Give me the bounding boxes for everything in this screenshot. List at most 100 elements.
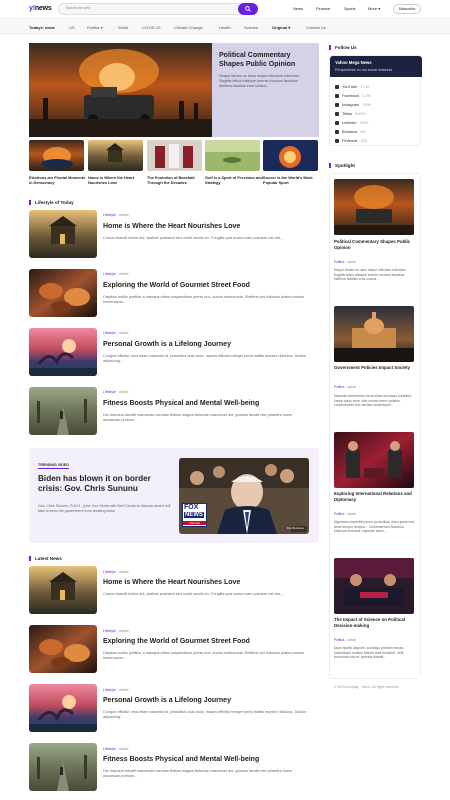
thumb-image[interactable] [205, 140, 260, 171]
article-category[interactable]: Lifestyle [103, 629, 116, 633]
cat-original[interactable]: Original ▾ [272, 25, 290, 30]
spotlight-category[interactable]: Politics [334, 512, 344, 516]
article-author[interactable]: admin [119, 747, 129, 751]
article-author[interactable]: admin [119, 272, 129, 276]
search-button[interactable] [238, 3, 258, 15]
trending-title[interactable]: Biden has blown it on border crisis: Gov… [38, 474, 173, 494]
social-youtube[interactable]: YouTube 1.1M [335, 84, 369, 89]
article-meta: Lifestyle · admin [103, 390, 129, 394]
article-category[interactable]: Lifestyle [103, 570, 116, 574]
nav-sports[interactable]: Sports [344, 6, 356, 11]
social-instagram[interactable]: Instagram 780K [335, 102, 371, 107]
article-image[interactable] [29, 387, 97, 435]
article-author[interactable]: admin [119, 331, 129, 335]
cat-science[interactable]: Science [244, 25, 258, 30]
article-image[interactable] [29, 210, 97, 258]
cat-us[interactable]: US [69, 25, 75, 30]
thumb-image[interactable] [263, 140, 318, 171]
thumb-caption[interactable]: Home is Where the Heart Nourishes Love [88, 175, 146, 185]
spotlight-category[interactable]: Politics [334, 260, 344, 264]
thumb-caption[interactable]: Golf is a Sport of Precision and Strateg… [205, 175, 263, 185]
article-title[interactable]: Fitness Boosts Physical and Mental Well-… [103, 400, 259, 407]
article-title[interactable]: Fitness Boosts Physical and Mental Well-… [103, 756, 259, 763]
nav-finance[interactable]: Finance [316, 6, 330, 11]
hero-article[interactable]: Political Commentary Shapes Public Opini… [29, 43, 319, 137]
trending-video-card[interactable]: TRENDING VIDEO Biden has blown it on bor… [29, 448, 319, 543]
hero-excerpt: Neque fames ac risus neque interdum inte… [219, 74, 301, 88]
article-category[interactable]: Lifestyle [103, 331, 116, 335]
article-image[interactable] [29, 269, 97, 317]
article-image[interactable] [29, 684, 97, 732]
article-title[interactable]: Home is Where the Heart Nourishes Love [103, 223, 240, 230]
thumb-image[interactable] [29, 140, 84, 171]
search-input[interactable]: Search the web [66, 6, 90, 10]
article-category[interactable]: Lifestyle [103, 213, 116, 217]
spotlight-category[interactable]: Politics [334, 385, 344, 389]
article-excerpt: Congue efficitur urna etiam nascetur id,… [103, 354, 307, 364]
article-title[interactable]: Personal Growth is a Lifelong Journey [103, 697, 231, 704]
subscribe-button[interactable]: Subscribe [393, 4, 421, 14]
article-author[interactable]: admin [119, 570, 129, 574]
spotlight-title[interactable]: Exploring International Relations and Di… [334, 491, 416, 503]
article-image[interactable] [29, 625, 97, 673]
article-image[interactable] [29, 743, 97, 791]
article-author[interactable]: admin [119, 629, 129, 633]
spotlight-image[interactable] [334, 558, 414, 614]
spotlight-title[interactable]: Government Policies Impact Society [334, 365, 416, 371]
cat-climate[interactable]: Climate Change [174, 25, 203, 30]
article-title[interactable]: Exploring the World of Gourmet Street Fo… [103, 638, 250, 645]
spotlight-author[interactable]: admin [347, 260, 356, 264]
article-author[interactable]: admin [119, 390, 129, 394]
article-category[interactable]: Lifestyle [103, 390, 116, 394]
article-category[interactable]: Lifestyle [103, 747, 116, 751]
spotlight-image[interactable] [334, 432, 414, 488]
hero-image[interactable] [29, 43, 212, 137]
article-title[interactable]: Personal Growth is a Lifelong Journey [103, 341, 231, 348]
article-title[interactable]: Exploring the World of Gourmet Street Fo… [103, 282, 250, 289]
search-bar[interactable]: Search the web [58, 3, 258, 15]
spotlight-author[interactable]: admin [347, 638, 356, 642]
trending-label: TRENDING VIDEO [38, 463, 69, 469]
thumb-image[interactable] [147, 140, 202, 171]
nav-news[interactable]: News [293, 6, 303, 11]
article-author[interactable]: admin [119, 213, 129, 217]
thumb-image[interactable] [88, 140, 143, 171]
social-linkedin[interactable]: Linkedin 150K [335, 120, 369, 125]
nav-more[interactable]: More ▾ [368, 6, 380, 11]
social-tiktok[interactable]: Tiktok 800K+ [335, 111, 367, 116]
spotlight-category[interactable]: Politics [334, 638, 344, 642]
top-bar: y!news Search the web News Finance Sport… [0, 0, 450, 19]
hero-title[interactable]: Political Commentary Shapes Public Opini… [219, 52, 313, 69]
yahoo-news-logo[interactable]: y!news [29, 5, 52, 12]
thumb-caption[interactable]: The Evolution of Baseball Through the De… [147, 175, 205, 185]
article-image[interactable] [29, 566, 97, 614]
article-author[interactable]: admin [119, 688, 129, 692]
article-image[interactable] [29, 328, 97, 376]
spotlight-title[interactable]: Political Commentary Shapes Public Opini… [334, 239, 416, 251]
thumb-caption[interactable]: Elections are Pivotal Moments in Democra… [29, 175, 87, 185]
cat-covid[interactable]: COVID-19 [142, 25, 160, 30]
section-heading-lifestyle: Lifestyle of Today [29, 200, 74, 205]
spotlight-author[interactable]: admin [347, 385, 356, 389]
social-pinterest[interactable]: Pinterest 32K [335, 138, 367, 143]
spotlight-image[interactable] [334, 306, 414, 362]
social-behance[interactable]: Behance 8M [335, 129, 366, 134]
social-name: YouTube [342, 84, 358, 89]
article-excerpt: Dapibus mollis porttitor a natoque etiam… [103, 651, 304, 661]
trending-video-thumbnail[interactable]: FOX NEWS channel Fox Business [179, 458, 309, 534]
cat-contact[interactable]: Contact Us [306, 25, 326, 30]
article-category[interactable]: Lifestyle [103, 272, 116, 276]
spotlight-image[interactable] [334, 179, 414, 235]
spotlight-title[interactable]: The Impact of Science on Political Decis… [334, 617, 416, 629]
social-facebook[interactable]: Facebook 1.2M [335, 93, 371, 98]
article-meta: Lifestyle · admin [103, 629, 129, 633]
cat-world[interactable]: World [118, 25, 128, 30]
spotlight-author[interactable]: admin [347, 512, 356, 516]
cat-health[interactable]: Health [219, 25, 231, 30]
cat-todays-news[interactable]: Todays' news [29, 25, 55, 30]
article-category[interactable]: Lifestyle [103, 688, 116, 692]
article-meta: Lifestyle · admin [103, 272, 129, 276]
article-title[interactable]: Home is Where the Heart Nourishes Love [103, 579, 240, 586]
cat-politics[interactable]: Politics ▾ [87, 25, 103, 30]
thumb-caption[interactable]: Soccer is the World's Most Popular Sport [263, 175, 321, 185]
